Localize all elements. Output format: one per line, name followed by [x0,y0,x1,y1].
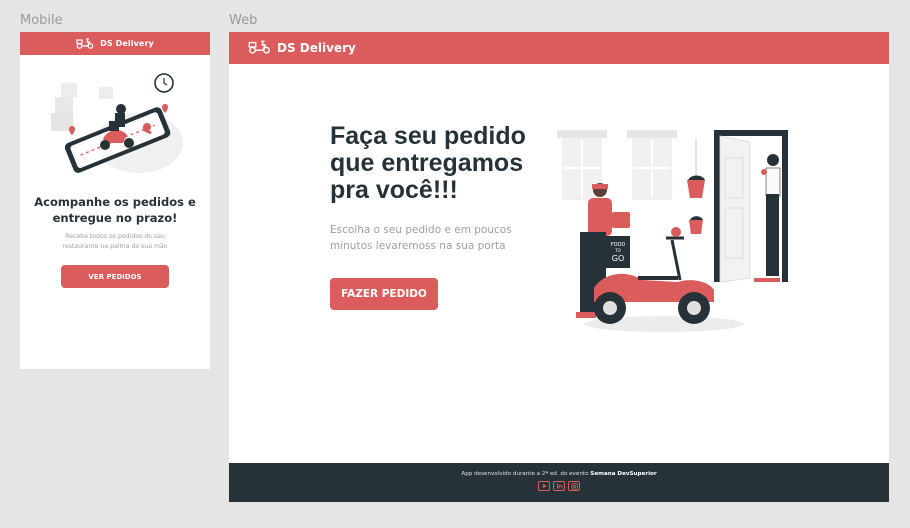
mobile-delivery-illustration [51,73,183,173]
web-subtitle: Escolha o seu pedido e em poucos minutos… [330,224,512,252]
web-footer: App desenvolvido durante a 2ª ed. do eve… [229,463,889,502]
mobile-title: Acompanhe os pedidos e entregue no prazo… [34,195,196,225]
web-frame: DS Delivery Faça seu pedido que entregam… [229,32,889,502]
linkedin-icon[interactable] [553,481,565,491]
fazer-pedido-button[interactable]: FAZER PEDIDO [330,278,438,310]
mobile-frame: DS Delivery Acompanhe os pedidos e entre… [20,32,210,369]
mobile-subtitle: Receba todos os pedidos do seu restauran… [62,233,168,250]
social-links [229,481,889,491]
web-delivery-illustration: FOOD TO GO [557,130,788,332]
instagram-icon[interactable] [568,481,580,491]
footer-credit: App desenvolvido durante a 2ª ed. do eve… [229,471,889,477]
web-brand-name[interactable]: DS Delivery [277,41,356,55]
food-box-label-3: GO [612,254,625,263]
ver-pedidos-button[interactable]: VER PEDIDOS [61,265,169,288]
mobile-frame-label: Mobile [20,13,63,28]
mobile-brand-name[interactable]: DS Delivery [100,39,154,48]
youtube-icon[interactable] [538,481,550,491]
footer-credit-event: Semana DevSuperior [590,471,657,477]
footer-credit-text: App desenvolvido durante a 2ª ed. do eve… [461,471,589,477]
scooter-icon [248,39,271,58]
food-box-label-2: TO [614,248,621,253]
web-title: Faça seu pedido que entregamos pra você!… [330,122,526,204]
scooter-icon [76,34,94,53]
mobile-header: DS Delivery [20,32,210,55]
web-frame-label: Web [229,13,258,28]
web-header: DS Delivery [229,32,889,64]
